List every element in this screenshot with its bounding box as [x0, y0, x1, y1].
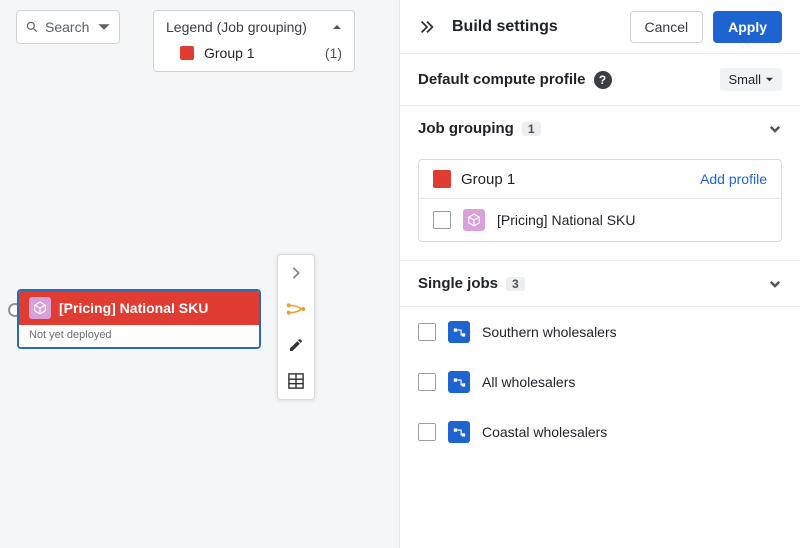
build-settings-panel: Build settings Cancel Apply Default comp…	[400, 0, 800, 548]
workflow-icon	[448, 421, 470, 443]
job-group-card: Group 1 Add profile [Pricing] National S…	[418, 159, 782, 242]
list-item: Coastal wholesalers	[418, 407, 782, 457]
list-item: All wholesalers	[418, 357, 782, 407]
compute-profile-label: Default compute profile	[418, 71, 586, 88]
chevron-right-icon	[289, 266, 303, 280]
panel-header: Build settings Cancel Apply	[400, 0, 800, 54]
group-name: Group 1	[461, 171, 515, 188]
caret-down-icon	[97, 20, 111, 34]
job-label: All wholesalers	[482, 374, 575, 390]
workflow-icon	[448, 371, 470, 393]
collapse-panel-icon[interactable]	[418, 18, 436, 36]
job-label: Coastal wholesalers	[482, 424, 607, 440]
connections-button[interactable]	[278, 291, 314, 327]
table-icon	[288, 373, 304, 389]
job-label: Southern wholesalers	[482, 324, 617, 340]
group-swatch	[433, 170, 451, 188]
table-view-button[interactable]	[278, 363, 314, 399]
caret-down-icon	[765, 75, 774, 84]
canvas-area: Search Legend (Job grouping) Group 1 (1)…	[0, 0, 400, 548]
legend-group-label: Group 1	[204, 45, 255, 61]
apply-button[interactable]: Apply	[713, 11, 782, 43]
workflow-icon	[448, 321, 470, 343]
single-jobs-count-badge: 3	[506, 277, 525, 291]
cube-icon	[29, 297, 51, 319]
compute-profile-value: Small	[728, 72, 761, 87]
caret-up-icon[interactable]	[332, 22, 342, 32]
add-profile-link[interactable]: Add profile	[700, 171, 767, 187]
expand-button[interactable]	[278, 255, 314, 291]
compute-profile-select[interactable]: Small	[720, 68, 782, 91]
connections-icon	[286, 302, 306, 316]
list-item: Southern wholesalers	[418, 307, 782, 357]
single-jobs-label: Single jobs	[418, 275, 498, 292]
help-icon[interactable]: ?	[594, 71, 612, 89]
legend-swatch-group1	[180, 46, 194, 60]
job-checkbox[interactable]	[418, 373, 436, 391]
single-jobs-list: Southern wholesalers All wholesalers Coa…	[400, 306, 800, 457]
pencil-icon	[288, 337, 304, 353]
section-job-grouping-header[interactable]: Job grouping 1	[400, 106, 800, 145]
panel-title: Build settings	[452, 18, 620, 36]
search-label: Search	[45, 19, 89, 35]
legend-group-count: (1)	[325, 45, 342, 61]
cube-icon	[463, 209, 485, 231]
job-checkbox[interactable]	[418, 323, 436, 341]
section-single-jobs-header[interactable]: Single jobs 3	[400, 260, 800, 306]
chevron-down-icon	[768, 122, 782, 136]
group-item-label: [Pricing] National SKU	[497, 212, 636, 228]
legend-panel: Legend (Job grouping) Group 1 (1)	[153, 10, 355, 72]
chevron-down-icon	[768, 277, 782, 291]
node-title: [Pricing] National SKU	[59, 300, 208, 316]
group-item-checkbox[interactable]	[433, 211, 451, 229]
group-item-row: [Pricing] National SKU	[419, 199, 781, 241]
job-grouping-label: Job grouping	[418, 120, 514, 137]
edit-button[interactable]	[278, 327, 314, 363]
node-status: Not yet deployed	[19, 325, 259, 347]
node-toolbar	[277, 254, 315, 400]
legend-title: Legend (Job grouping)	[166, 19, 307, 35]
job-checkbox[interactable]	[418, 423, 436, 441]
job-grouping-count-badge: 1	[522, 122, 541, 136]
node-pricing-national-sku[interactable]: [Pricing] National SKU Not yet deployed	[17, 289, 261, 349]
cancel-button[interactable]: Cancel	[630, 11, 704, 43]
search-dropdown[interactable]: Search	[16, 10, 120, 44]
search-icon	[25, 20, 39, 34]
section-compute-profile: Default compute profile ? Small	[400, 54, 800, 106]
